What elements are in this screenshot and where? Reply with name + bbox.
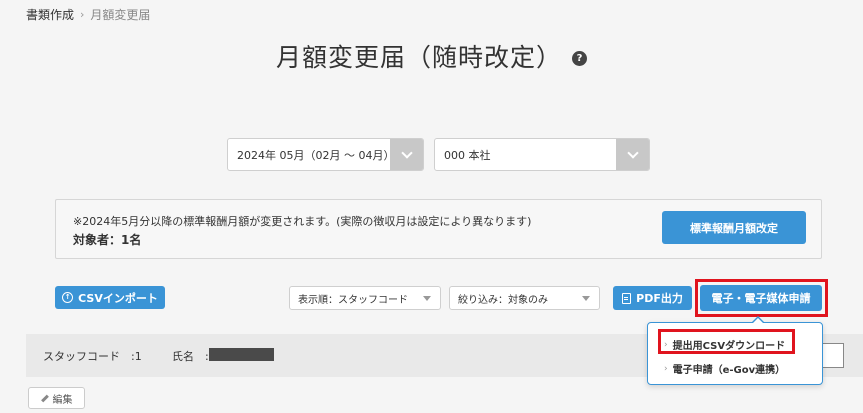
breadcrumb-current: 月額変更届 [90, 8, 151, 22]
title-area: 月額変更届（随時改定） ? [0, 38, 863, 74]
filter-select[interactable]: 絞り込み：対象のみ [449, 286, 600, 310]
document-icon [622, 292, 632, 304]
chevron-down-icon[interactable] [390, 139, 423, 170]
chevron-down-icon[interactable] [616, 139, 649, 170]
breadcrumb-separator: › [80, 8, 85, 21]
row-action-box[interactable] [822, 343, 844, 368]
revise-button-label: 標準報酬月額改定 [690, 221, 778, 235]
pdf-output-button[interactable]: PDF出力 [613, 286, 692, 310]
edit-button-label: 編集 [52, 394, 73, 406]
pencil-icon [40, 394, 49, 402]
notice-target-count: 対象者：1名 [73, 233, 142, 247]
pdf-output-label: PDF出力 [636, 292, 683, 305]
highlight-frame [695, 279, 828, 317]
edit-button[interactable]: 編集 [28, 387, 85, 409]
standard-remuneration-revise-button[interactable]: 標準報酬月額改定 [662, 211, 806, 244]
office-select-value: 000 本社 [444, 148, 491, 162]
period-select[interactable]: 2024年 05月（02月 〜 04月） [227, 138, 424, 171]
highlight-frame [658, 329, 795, 354]
redacted-name [209, 348, 274, 361]
period-select-value: 2024年 05月（02月 〜 04月） [237, 148, 395, 162]
filter-select-value: 絞り込み：対象のみ [458, 294, 548, 306]
upload-icon: ↑ [62, 292, 74, 303]
office-select[interactable]: 000 本社 [434, 138, 650, 171]
chevron-right-icon: › [664, 363, 668, 374]
menu-item-e-gov[interactable]: › 電子申請（e-Gov連携） [664, 361, 786, 377]
breadcrumb: 書類作成 › 月額変更届 [26, 6, 150, 23]
breadcrumb-parent[interactable]: 書類作成 [26, 6, 74, 23]
staff-code: スタッフコード :1 [43, 350, 142, 363]
staff-name-label: 氏名 : [172, 350, 209, 363]
menu-item-label: 電子申請（e-Gov連携） [672, 365, 786, 376]
help-icon[interactable]: ? [572, 50, 587, 66]
caret-down-icon [423, 296, 431, 301]
page-title: 月額変更届（随時改定） [275, 43, 562, 72]
sort-select[interactable]: 表示順：スタッフコード [289, 286, 441, 310]
sort-select-value: 表示順：スタッフコード [298, 294, 408, 306]
csv-import-label: CSVインポート [78, 291, 158, 305]
caret-down-icon [582, 296, 590, 301]
notice-message: ※2024年5月分以降の標準報酬月額が変更されます。(実際の徴収月は設定により異… [73, 215, 532, 228]
csv-import-button[interactable]: ↑ CSVインポート [55, 286, 165, 309]
